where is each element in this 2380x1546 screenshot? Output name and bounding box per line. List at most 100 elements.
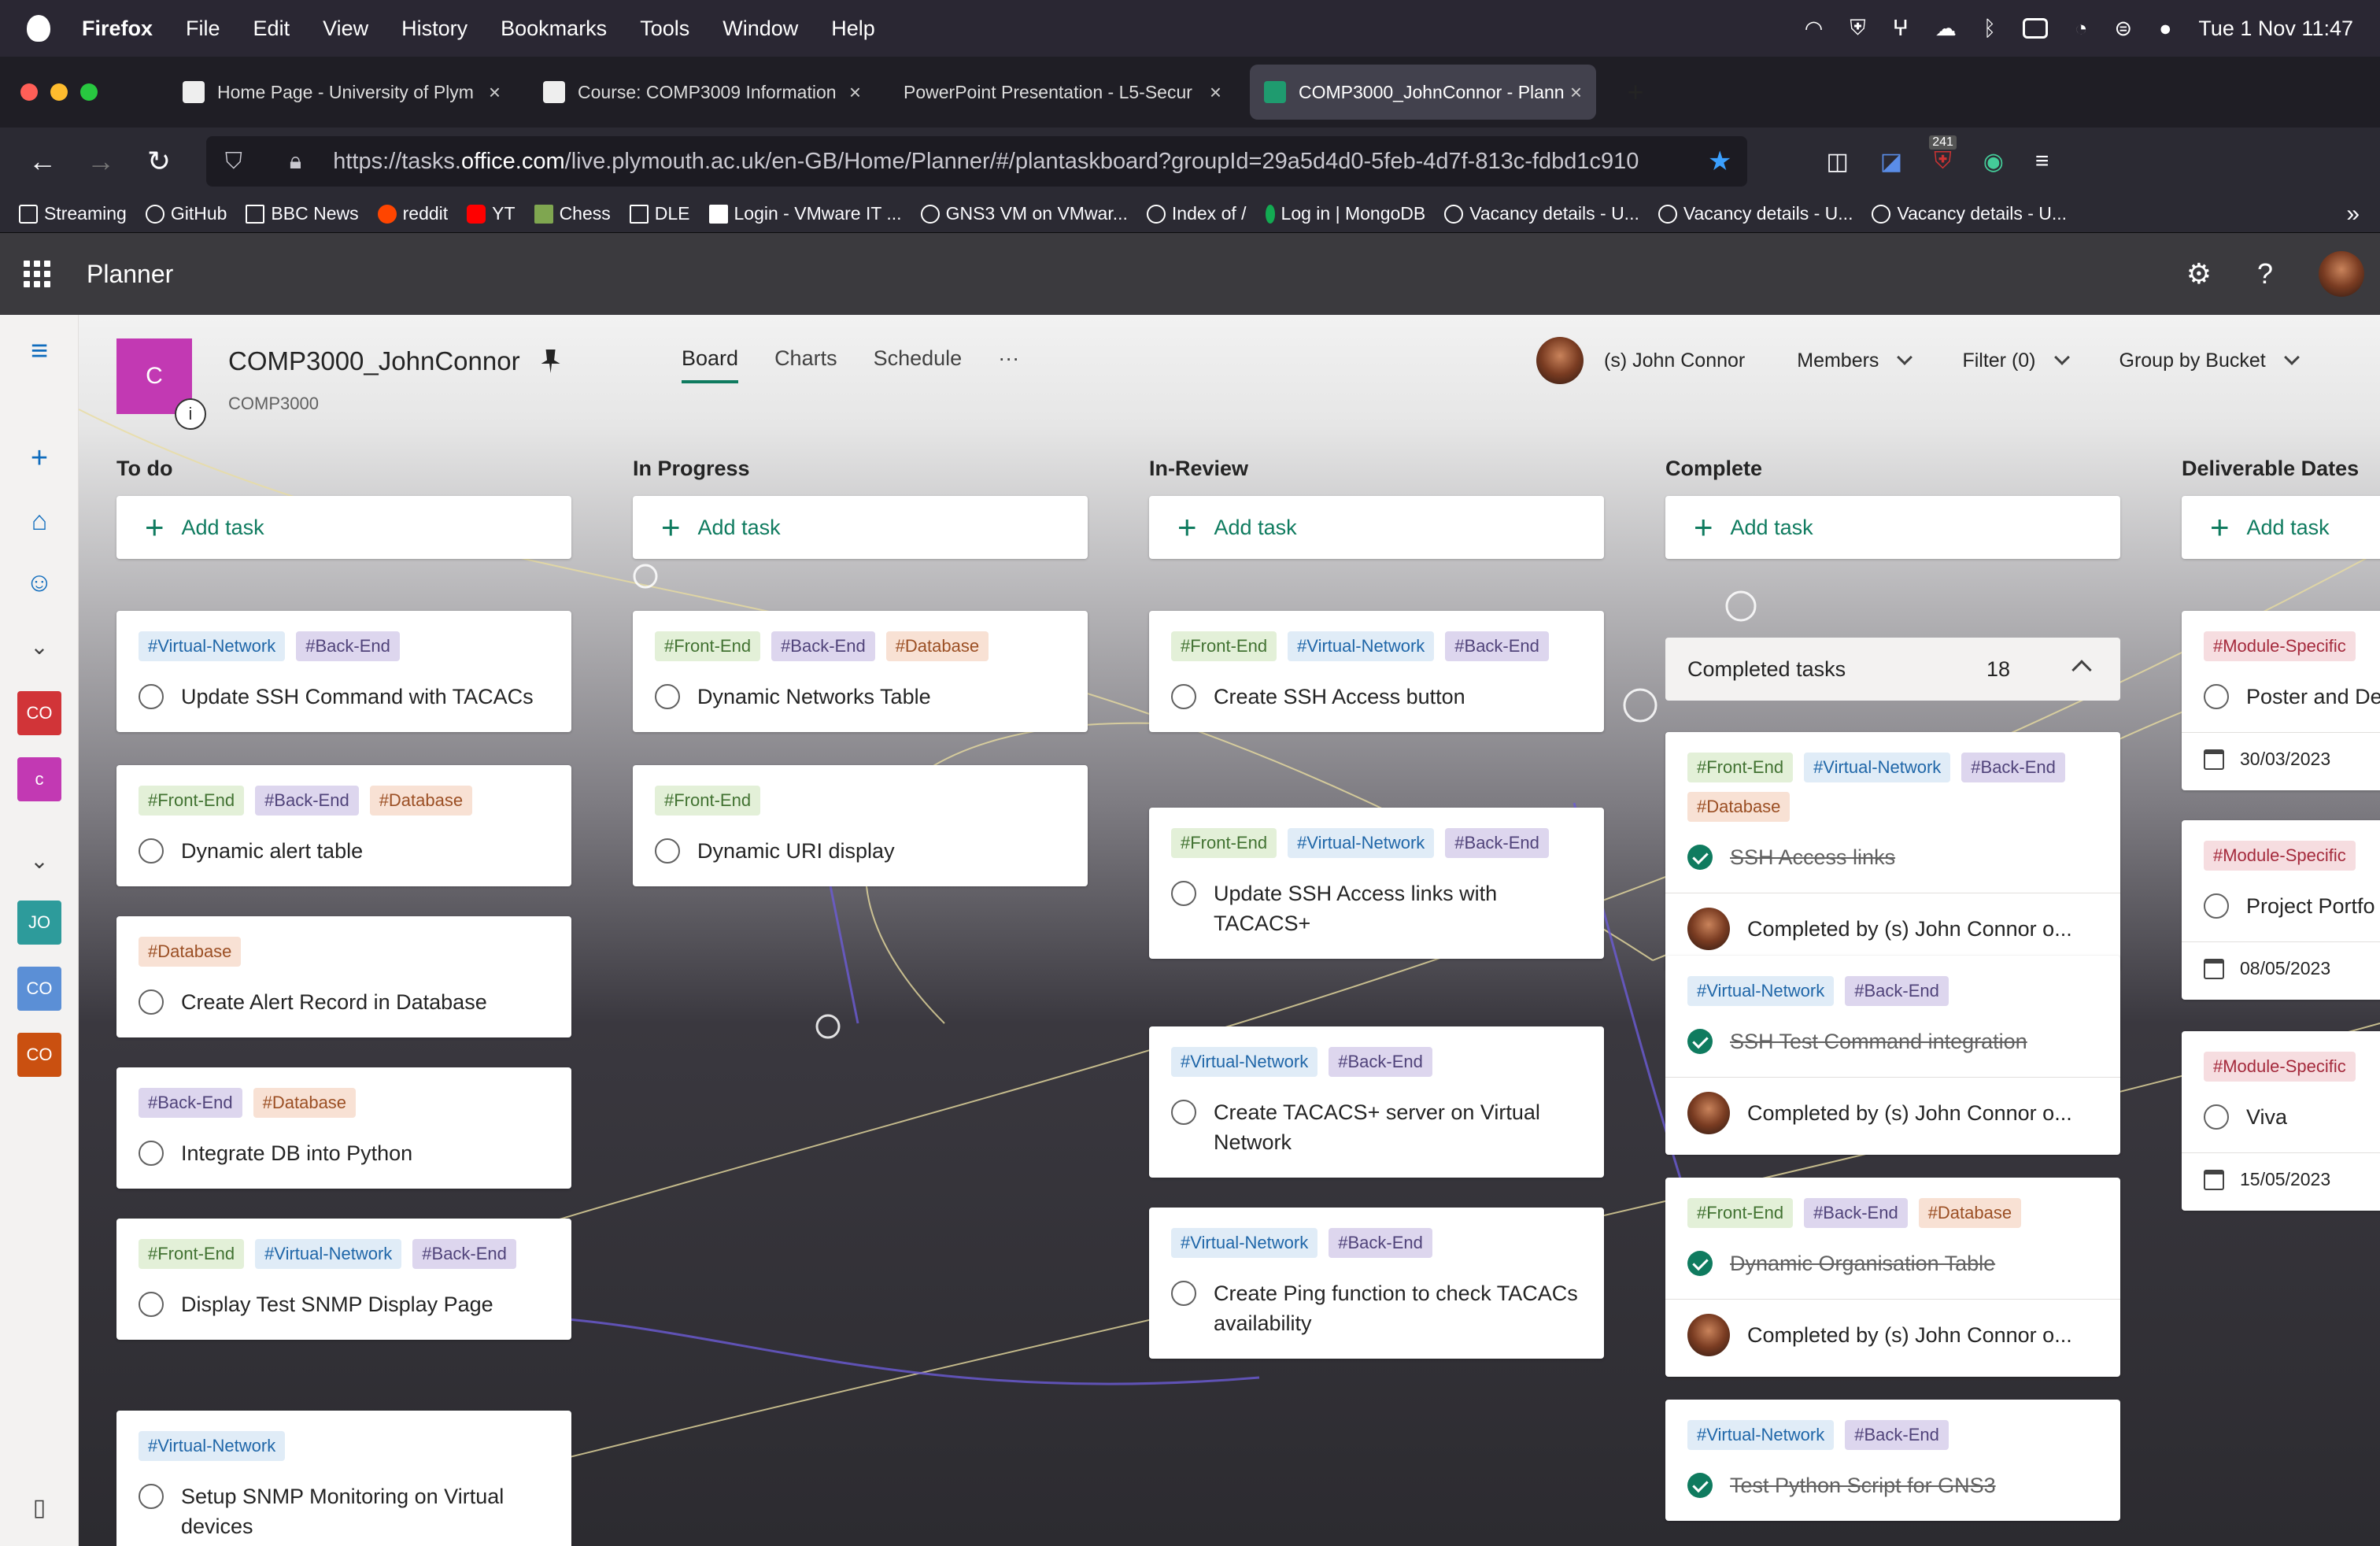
task-card[interactable]: #Front-End #Virtual-Network #Back-End Creat…	[1149, 611, 1604, 732]
plan-group-name[interactable]: COMP3000	[228, 394, 563, 414]
complete-task-checkbox[interactable]	[139, 1484, 164, 1509]
user-avatar[interactable]	[1536, 337, 1584, 384]
new-tab-icon[interactable]: +	[1620, 76, 1651, 109]
bookmark-item[interactable]: GitHub	[145, 203, 227, 224]
bookmark-item[interactable]: BBC News	[246, 203, 359, 224]
bookmarks-overflow-icon[interactable]: »	[2346, 201, 2360, 227]
add-task-button[interactable]: + Add task	[633, 496, 1088, 559]
complete-task-checkbox[interactable]	[1171, 881, 1196, 906]
more-views-icon[interactable]: ···	[998, 346, 1019, 383]
menu-window[interactable]: Window	[722, 17, 798, 41]
plan-shortcut-c[interactable]: c	[17, 757, 61, 801]
task-card[interactable]: #Virtual-Network #Back-End Test Python Scr…	[1665, 1400, 2120, 1521]
chevron-down-icon[interactable]: ⌄	[22, 844, 57, 878]
menu-help[interactable]: Help	[831, 17, 875, 41]
bookmark-item[interactable]: Index of /	[1146, 203, 1247, 224]
plan-shortcut-jo[interactable]: JO	[17, 901, 61, 945]
gauge-icon[interactable]: ◠	[1805, 17, 1824, 41]
bookmark-item[interactable]: Vacancy details - U...	[1444, 203, 1639, 224]
complete-task-checkbox[interactable]	[139, 838, 164, 864]
menu-app-name[interactable]: Firefox	[82, 17, 153, 41]
bucket-name[interactable]: In Progress	[633, 457, 1088, 496]
bluetooth-icon[interactable]: ᛒ	[1983, 17, 1996, 41]
menu-file[interactable]: File	[186, 17, 220, 41]
chevron-down-icon[interactable]: ⌄	[22, 630, 57, 664]
bookmark-item[interactable]: GNS3 VM on VMwar...	[920, 203, 1128, 224]
task-card[interactable]: #Front-End #Back-End #Database Dynamic Orga…	[1665, 1178, 2120, 1377]
wifi-icon[interactable]: ◔	[2075, 17, 2087, 41]
app-launcher-icon[interactable]	[24, 261, 50, 287]
tracking-shield-icon[interactable]: ⛉	[225, 149, 242, 175]
apple-icon[interactable]	[27, 15, 50, 42]
completed-check-icon[interactable]	[1687, 845, 1713, 870]
task-card[interactable]: #Database Create Alert Record in Database	[116, 916, 571, 1037]
complete-task-checkbox[interactable]	[1171, 684, 1196, 709]
pocket-icon[interactable]: ◫	[1826, 148, 1848, 176]
task-card[interactable]: #Front-End #Back-End #Database Dynamic aler…	[116, 765, 571, 886]
close-window-icon[interactable]	[20, 83, 38, 101]
task-card[interactable]: #Virtual-Network #Back-End Create Ping fun…	[1149, 1208, 1604, 1359]
browser-tab[interactable]: PowerPoint Presentation - L5-Secur ×	[889, 65, 1236, 120]
task-card[interactable]: #Virtual-Network #Back-End Update SSH Comm…	[116, 611, 571, 732]
bookmark-item[interactable]: YT	[467, 203, 516, 224]
task-card[interactable]: #Virtual-Network #Back-End SSH Test Comman…	[1665, 956, 2120, 1155]
cloud-icon[interactable]: ☁	[1935, 17, 1957, 41]
pin-icon[interactable]	[541, 350, 560, 373]
bucket-name[interactable]: In-Review	[1149, 457, 1604, 496]
menu-tools[interactable]: Tools	[640, 17, 689, 41]
menubar-clock[interactable]: Tue 1 Nov 11:47	[2198, 17, 2353, 41]
tab-schedule[interactable]: Schedule	[874, 346, 963, 383]
task-card[interactable]: #Module-Specific Poster and De 30/03/2023	[2182, 611, 2380, 790]
account-avatar[interactable]	[2319, 251, 2364, 297]
task-card[interactable]: #Virtual-Network Setup SNMP Monitoring on…	[116, 1411, 571, 1546]
browser-tab[interactable]: Home Page - University of Plym ×	[168, 65, 515, 120]
plan-shortcut-co[interactable]: CO	[17, 1033, 61, 1077]
group-by-dropdown[interactable]: Group by Bucket	[2119, 350, 2300, 372]
completed-check-icon[interactable]	[1687, 1251, 1713, 1276]
browser-tab[interactable]: Course: COMP3009 Information ×	[529, 65, 875, 120]
complete-task-checkbox[interactable]	[139, 1292, 164, 1317]
forward-icon[interactable]: →	[85, 145, 116, 178]
complete-task-checkbox[interactable]	[2204, 684, 2229, 709]
ublock-icon[interactable]: ⛨ 241	[1929, 135, 1957, 175]
bookmark-item[interactable]: DLE	[629, 203, 690, 224]
completed-check-icon[interactable]	[1687, 1473, 1713, 1498]
members-dropdown[interactable]: Members	[1797, 350, 1913, 372]
complete-task-checkbox[interactable]	[2204, 893, 2229, 919]
bookmark-item[interactable]: Vacancy details - U...	[1658, 203, 1853, 224]
task-card[interactable]: #Virtual-Network #Back-End Create TACACS+ …	[1149, 1026, 1604, 1178]
control-center-icon[interactable]: ⊜	[2114, 17, 2132, 41]
plan-info-icon[interactable]: i	[175, 398, 206, 430]
task-card[interactable]: #Front-End #Virtual-Network #Back-End Displ…	[116, 1219, 571, 1340]
bookmark-item[interactable]: Chess	[534, 203, 611, 224]
collapse-menu-icon[interactable]: ≡	[22, 334, 57, 368]
bucket-name[interactable]: Complete	[1665, 457, 2120, 496]
complete-task-checkbox[interactable]	[1171, 1281, 1196, 1306]
add-task-button[interactable]: + Add task	[1665, 496, 2120, 559]
menu-bookmarks[interactable]: Bookmarks	[501, 17, 607, 41]
bookmark-item[interactable]: Streaming	[19, 203, 127, 224]
reload-icon[interactable]: ↻	[143, 145, 175, 178]
zoom-window-icon[interactable]	[80, 83, 98, 101]
siri-icon[interactable]: ●	[2159, 17, 2171, 41]
bookmark-item[interactable]: Login - VMware IT ...	[708, 203, 902, 224]
task-card[interactable]: #Back-End #Database Integrate DB into Pyth…	[116, 1067, 571, 1189]
bookmark-item[interactable]: reddit	[377, 203, 448, 224]
bucket-name[interactable]: To do	[116, 457, 571, 496]
task-card[interactable]: #Front-End #Virtual-Network #Back-End Updat…	[1149, 808, 1604, 959]
fork-knife-icon[interactable]: ⵖ	[1893, 17, 1909, 41]
settings-gear-icon[interactable]: ⚙	[2186, 257, 2212, 290]
home-icon[interactable]: ⌂	[22, 504, 57, 538]
completed-tasks-toggle[interactable]: Completed tasks 18	[1665, 638, 2120, 701]
task-card[interactable]: #Front-End #Back-End #Database Dynamic Netw…	[633, 611, 1088, 732]
complete-task-checkbox[interactable]	[139, 1141, 164, 1166]
mobile-app-icon[interactable]: ▯	[22, 1491, 57, 1526]
lock-icon[interactable]: 🔒︎	[290, 149, 301, 175]
close-tab-icon[interactable]: ×	[489, 80, 501, 105]
url-bar[interactable]: ⛉ 🔒︎ https://tasks. office.com/live.plymo…	[206, 136, 1747, 187]
close-tab-icon[interactable]: ×	[1570, 80, 1582, 105]
plan-shortcut-co[interactable]: CO	[17, 967, 61, 1011]
complete-task-checkbox[interactable]	[139, 684, 164, 709]
task-card[interactable]: #Module-Specific Viva 15/05/2023	[2182, 1031, 2380, 1211]
user-name[interactable]: (s) John Connor	[1604, 350, 1745, 372]
